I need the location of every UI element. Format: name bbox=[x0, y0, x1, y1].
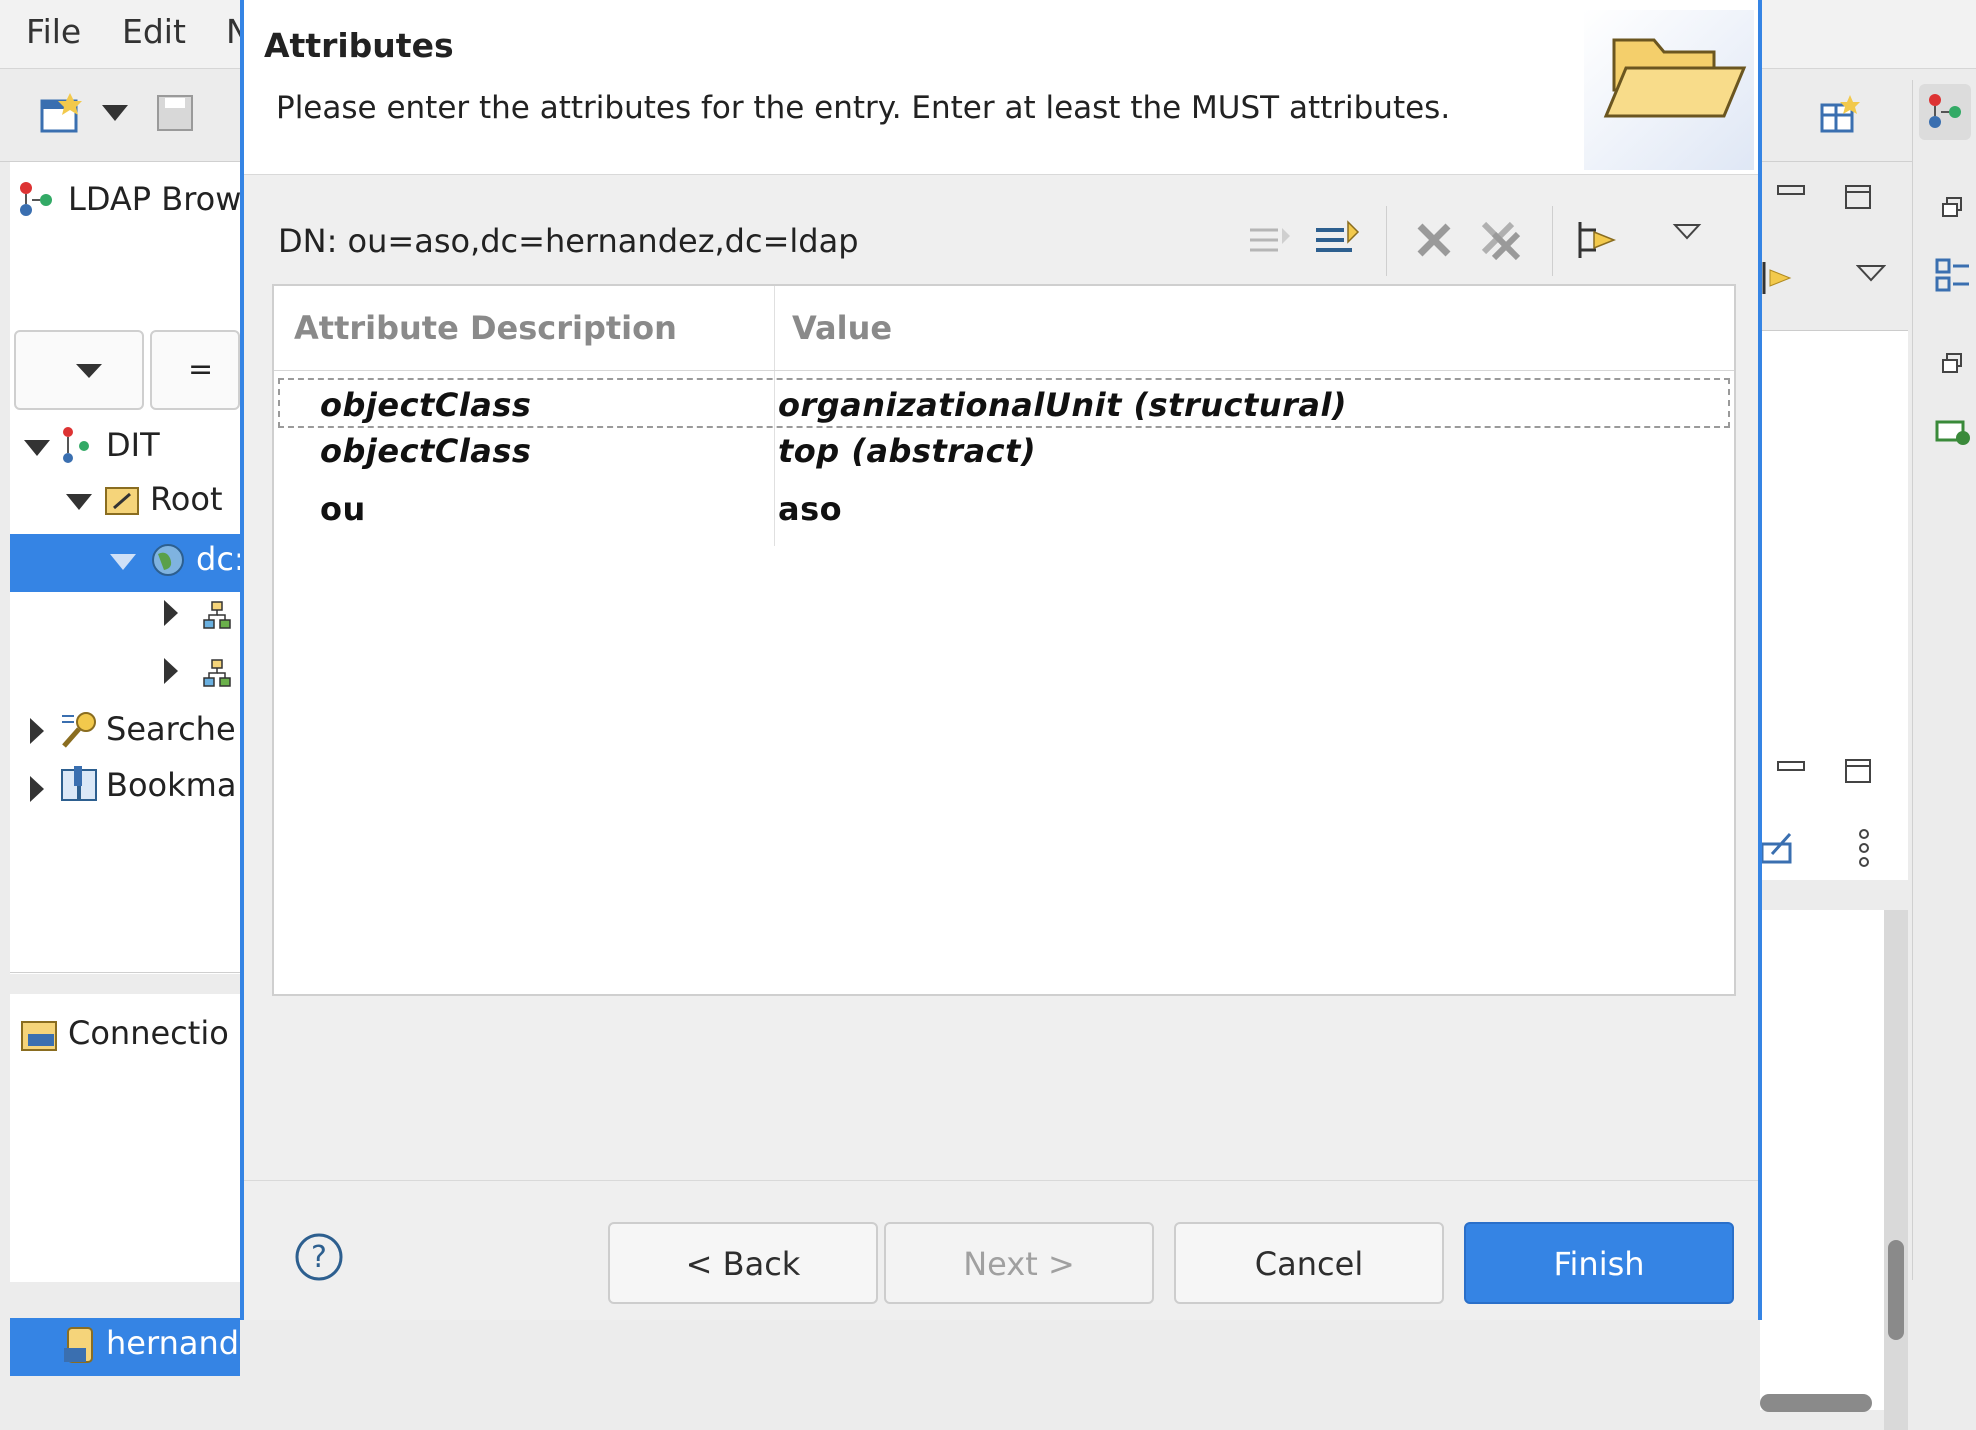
progress-icon[interactable] bbox=[1935, 418, 1971, 448]
filter-operator[interactable]: = bbox=[150, 330, 240, 410]
help-glyph: ? bbox=[311, 1240, 327, 1275]
globe-icon bbox=[152, 544, 184, 576]
view-menu-icon[interactable] bbox=[1672, 222, 1702, 242]
collapsed-arrow-icon[interactable] bbox=[162, 598, 180, 628]
tree-item-bookmarks[interactable]: Bookma bbox=[106, 766, 236, 804]
outline-icon[interactable] bbox=[1935, 256, 1971, 296]
ldap-browser-icon bbox=[20, 182, 52, 216]
ou-icon-2 bbox=[203, 659, 231, 687]
chevron-down-icon[interactable] bbox=[100, 103, 130, 123]
attribute-table: Attribute Description Value objectClass … bbox=[272, 284, 1736, 996]
new-entry-dialog: Attributes Please enter the attributes f… bbox=[240, 0, 1762, 1320]
view-divider bbox=[10, 972, 240, 973]
tree-item-searches[interactable]: Searche bbox=[106, 710, 236, 748]
new-attribute-icon[interactable] bbox=[1310, 214, 1362, 266]
table-cell-value: organizationalUnit (structural) bbox=[778, 386, 1348, 424]
tree-item-root[interactable]: Root bbox=[150, 480, 223, 518]
open-perspective-icon[interactable] bbox=[1818, 93, 1862, 137]
ldap-browser-view: LDAP Brow = DIT Root dc: Searche Bookma … bbox=[10, 162, 245, 1376]
perspective-bar bbox=[1912, 80, 1976, 1280]
right-views bbox=[1760, 162, 1910, 1430]
table-cell-value: aso bbox=[778, 490, 843, 528]
expand-arrow-icon[interactable] bbox=[108, 552, 138, 572]
maximize-icon-2[interactable] bbox=[1844, 758, 1874, 786]
finish-button[interactable]: Finish bbox=[1464, 1222, 1734, 1304]
collapsed-arrow-icon-4[interactable] bbox=[28, 774, 46, 804]
maximize-icon[interactable] bbox=[1844, 184, 1874, 212]
expand-arrow-icon[interactable] bbox=[22, 438, 52, 458]
connections-icon bbox=[21, 1021, 57, 1051]
vertical-scrollbar-thumb[interactable] bbox=[1888, 1240, 1904, 1340]
table-cell-attribute: ou bbox=[320, 490, 366, 528]
menu-file[interactable]: File bbox=[26, 12, 81, 51]
next-button[interactable]: Next > bbox=[884, 1222, 1154, 1304]
table-cell-attribute: objectClass bbox=[320, 432, 532, 470]
table-cell-attribute: objectClass bbox=[320, 386, 532, 424]
view-menu-icon[interactable] bbox=[1856, 264, 1886, 282]
restore-icon-2[interactable] bbox=[1941, 352, 1965, 376]
searches-icon bbox=[62, 712, 96, 748]
back-button[interactable]: < Back bbox=[608, 1222, 878, 1304]
horizontal-scrollbar-thumb[interactable] bbox=[1760, 1394, 1872, 1412]
collapsed-arrow-icon-3[interactable] bbox=[28, 716, 46, 746]
save-icon[interactable] bbox=[155, 93, 195, 133]
tree-item-dc-label: dc: bbox=[196, 540, 245, 578]
connections-title[interactable]: Connectio bbox=[68, 1014, 229, 1052]
delete-all-icon[interactable] bbox=[1474, 214, 1526, 266]
table-cell-value: top (abstract) bbox=[778, 432, 1037, 470]
vertical-scrollbar-track[interactable] bbox=[1884, 910, 1908, 1430]
dialog-title: Attributes bbox=[264, 26, 454, 65]
button-bar-separator bbox=[244, 1180, 1758, 1181]
header-line bbox=[274, 370, 1734, 371]
table-row[interactable]: objectClass top (abstract) bbox=[278, 426, 1730, 476]
help-icon[interactable]: ? bbox=[294, 1232, 344, 1282]
expand-icon[interactable] bbox=[1760, 258, 1796, 298]
more-vertical-icon[interactable] bbox=[1856, 828, 1872, 868]
column-header-value[interactable]: Value bbox=[792, 286, 892, 370]
dn-label: DN: ou=aso,dc=hernandez,dc=ldap bbox=[278, 222, 859, 260]
connection-icon bbox=[64, 1327, 93, 1363]
ldap-perspective-icon bbox=[1929, 94, 1961, 128]
table-row[interactable]: ou aso bbox=[278, 484, 1730, 534]
delete-icon[interactable] bbox=[1408, 214, 1460, 266]
ldap-browser-title[interactable]: LDAP Brow bbox=[68, 180, 241, 218]
new-entry-icon[interactable] bbox=[40, 91, 84, 135]
expand-arrow-icon[interactable] bbox=[64, 492, 94, 512]
collapsed-arrow-icon-2[interactable] bbox=[162, 656, 180, 686]
bookmarks-icon bbox=[61, 766, 97, 801]
right-top-view-body bbox=[1760, 330, 1908, 572]
dialog-header: Attributes Please enter the attributes f… bbox=[244, 0, 1758, 175]
dialog-description: Please enter the attributes for the entr… bbox=[276, 90, 1451, 126]
cancel-button[interactable]: Cancel bbox=[1174, 1222, 1444, 1304]
restore-icon[interactable] bbox=[1941, 196, 1965, 220]
ou-icon bbox=[203, 601, 231, 629]
connection-item-label: hernand bbox=[106, 1324, 240, 1362]
new-value-icon[interactable] bbox=[1244, 214, 1296, 266]
export-icon[interactable] bbox=[1760, 830, 1796, 866]
dit-icon bbox=[63, 427, 89, 463]
menu-edit[interactable]: Edit bbox=[122, 12, 186, 51]
minimize-icon[interactable] bbox=[1776, 184, 1806, 198]
minimize-icon-2[interactable] bbox=[1776, 760, 1806, 774]
root-folder-icon bbox=[105, 487, 139, 515]
toolbar-separator-2 bbox=[1552, 206, 1553, 276]
chevron-down-icon[interactable] bbox=[74, 362, 104, 380]
tree-item-dit[interactable]: DIT bbox=[106, 426, 160, 464]
column-header-attribute[interactable]: Attribute Description bbox=[294, 286, 677, 370]
expand-all-icon[interactable] bbox=[1572, 214, 1624, 266]
toolbar-separator bbox=[1386, 206, 1387, 276]
folder-banner-icon bbox=[1584, 10, 1754, 170]
view-sash[interactable] bbox=[10, 974, 240, 994]
table-row[interactable]: objectClass organizationalUnit (structur… bbox=[278, 378, 1730, 428]
